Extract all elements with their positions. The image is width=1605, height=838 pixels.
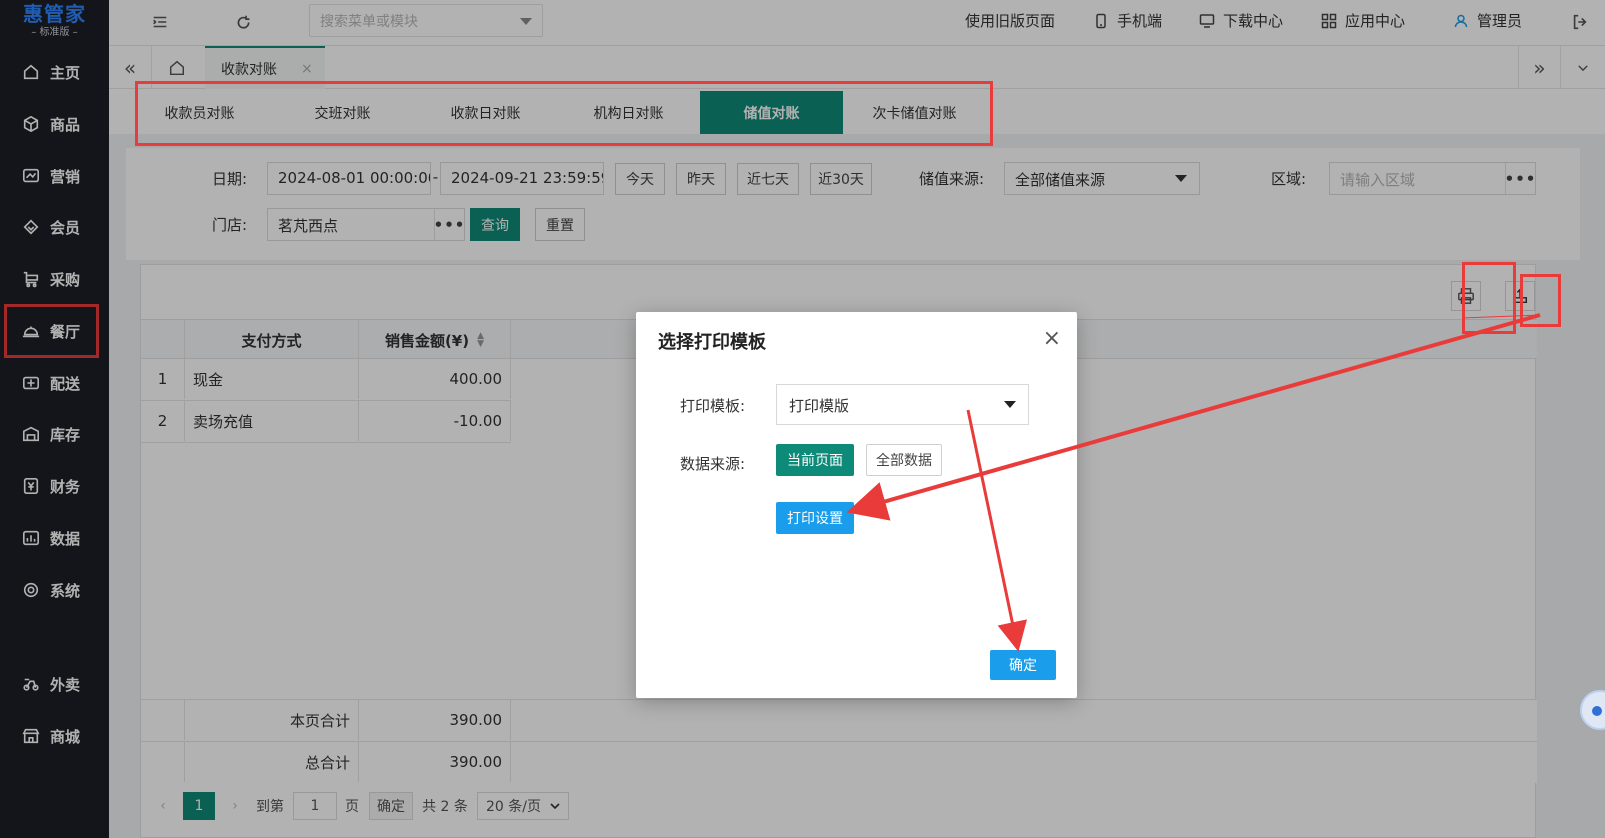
template-label: 打印模板:: [680, 397, 746, 415]
close-icon[interactable]: ×: [1043, 326, 1061, 351]
annotation-box-subtabs: [135, 81, 993, 146]
dialog-title: 选择打印模板: [658, 332, 766, 353]
template-select-value: 打印模版: [789, 397, 850, 415]
annotation-box-export: [1520, 274, 1561, 327]
data-source-label: 数据来源:: [680, 455, 746, 473]
chevron-down-icon: [1004, 401, 1016, 408]
source-current-page-button[interactable]: 当前页面: [776, 444, 854, 476]
ok-button[interactable]: 确定: [990, 650, 1056, 680]
annotation-box-print: [1462, 262, 1516, 334]
print-settings-button[interactable]: 打印设置: [776, 502, 854, 534]
print-template-dialog: 选择打印模板 × 打印模板: 打印模版 数据来源: 当前页面 全部数据 打印设置…: [636, 312, 1077, 698]
template-select[interactable]: 打印模版: [776, 384, 1029, 425]
source-all-data-button[interactable]: 全部数据: [866, 444, 942, 476]
